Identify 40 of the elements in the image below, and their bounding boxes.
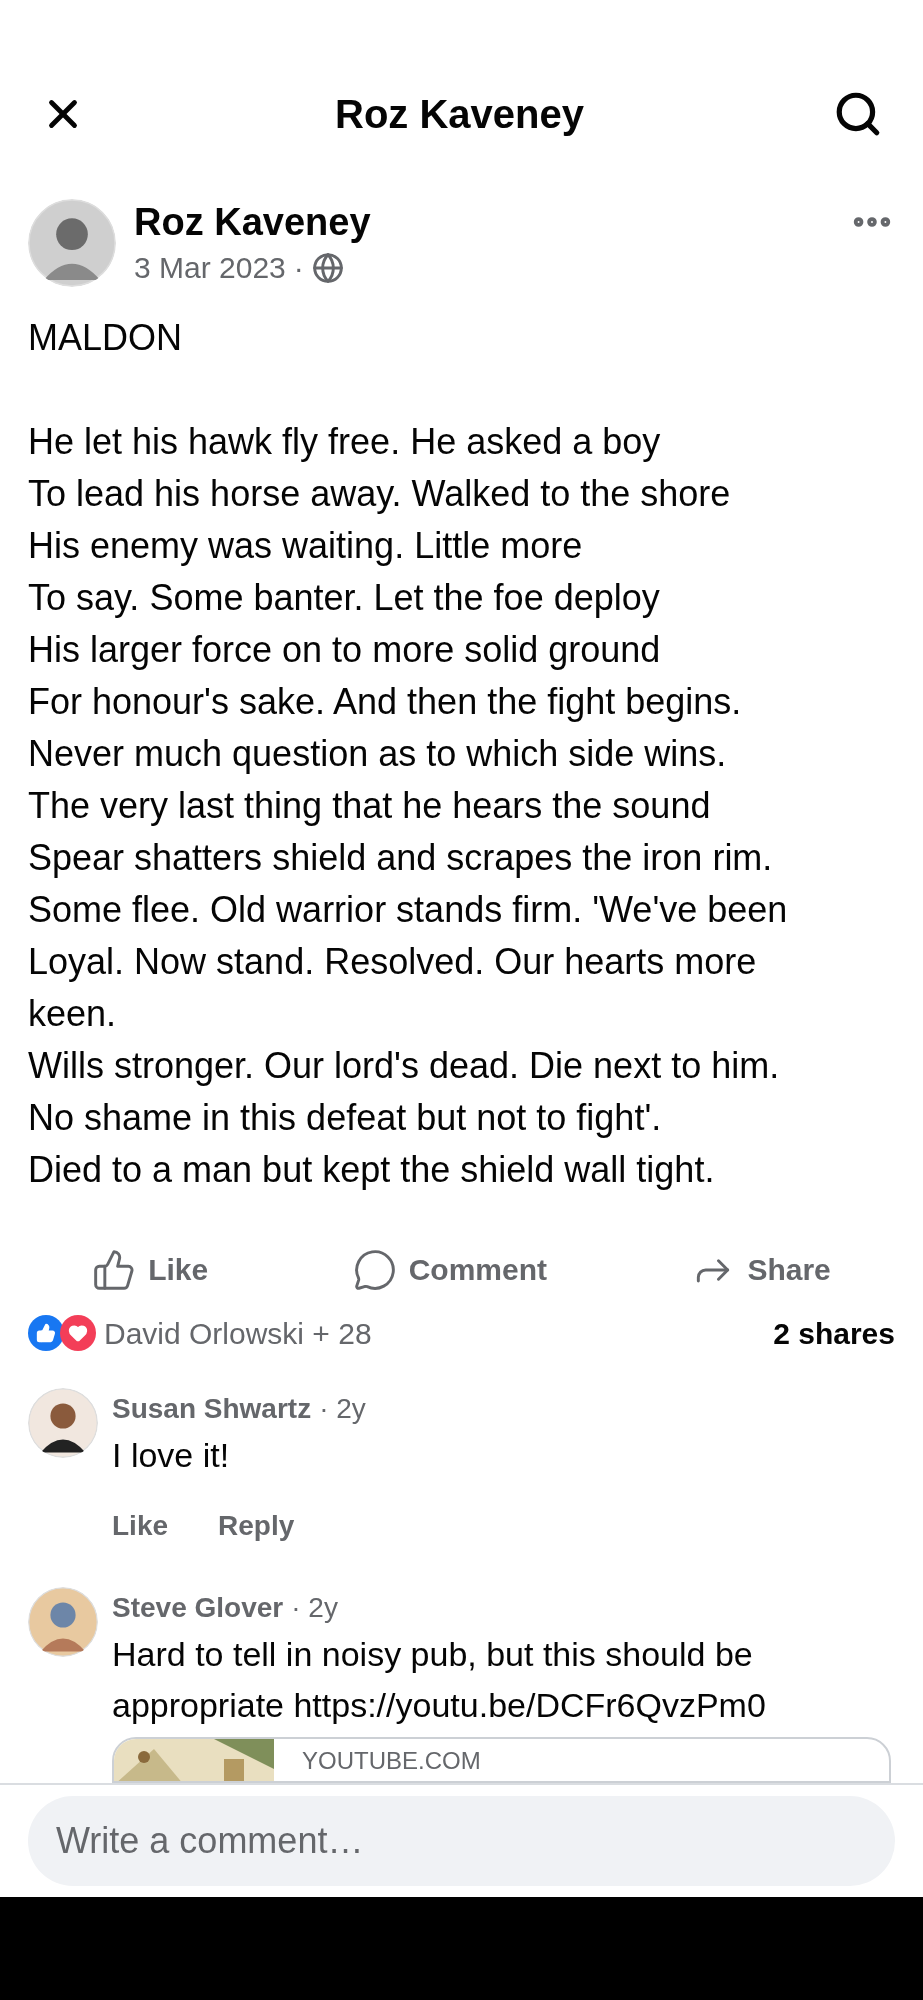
commenter-name[interactable]: Steve Glover bbox=[112, 1586, 284, 1629]
poem-line: To say. Some banter. Let the foe deploy bbox=[28, 576, 661, 621]
comment-input-field[interactable]: Write a comment… bbox=[28, 1796, 895, 1887]
link-preview-card[interactable]: YOUTUBE.COM bbox=[112, 1736, 891, 1783]
comment-text: Hard to tell in noisy pub, but this should be appropriate https://youtu.be/DCFr6QvzPm0 bbox=[112, 1633, 767, 1726]
post-date[interactable]: 3 Mar 2023 bbox=[134, 245, 286, 291]
poem-line: His larger force on to more solid ground bbox=[28, 628, 662, 673]
post-title: MALDON bbox=[28, 316, 184, 361]
comment-action-button[interactable]: Reply bbox=[218, 1504, 295, 1547]
post-action-button[interactable]: Share bbox=[681, 1241, 841, 1299]
page-title: Roz Kaveney bbox=[335, 91, 584, 139]
poem-line: No shame in this defeat but not to fight'. bbox=[28, 1096, 663, 1141]
reaction-summary[interactable]: David Orlowski + 28 bbox=[104, 1310, 372, 1356]
commenter-name[interactable]: Susan Shwartz bbox=[112, 1387, 312, 1430]
poem-line: His enemy was waiting. Little more bbox=[28, 524, 584, 569]
comment-action-button[interactable]: Like bbox=[112, 1504, 169, 1547]
poem-line: Died to a man but kept the shield wall tight. bbox=[28, 1148, 716, 1193]
poem-line: Wills stronger. Our lord's dead. Die next to him. bbox=[28, 1044, 781, 1089]
author-name[interactable]: Roz Kaveney bbox=[134, 199, 831, 246]
poem-line: The very last thing that he hears the sound bbox=[28, 784, 712, 829]
poem-line: Spear shatters shield and scrapes the iron rim. bbox=[28, 836, 774, 881]
preview-domain: YOUTUBE.COM bbox=[301, 1745, 482, 1776]
globe-icon bbox=[311, 251, 344, 284]
poem-line: To lead his horse away. Walked to the shore bbox=[28, 472, 732, 517]
like-reaction-icon bbox=[28, 1315, 64, 1352]
poem-line: For honour's sake. And then the fight begins. bbox=[28, 680, 743, 725]
poem-line: Loyal. Now stand. Resolved. Our hearts more keen. bbox=[28, 940, 758, 1037]
poem-line: Some flee. Old warrior stands firm. 'We've been bbox=[28, 888, 789, 933]
poem-line: Never much question as to which side wins. bbox=[28, 732, 728, 777]
avatar[interactable] bbox=[28, 1387, 98, 1458]
poem-line: He let his hawk fly free. He asked a boy bbox=[28, 420, 662, 465]
post-action-button[interactable]: Like bbox=[82, 1241, 219, 1299]
share-count[interactable]: 2 shares bbox=[773, 1310, 895, 1356]
post-action-button[interactable]: Comment bbox=[342, 1241, 557, 1299]
speech-bubble-icon bbox=[352, 1247, 397, 1292]
comment-time: · 2y bbox=[319, 1391, 366, 1426]
comment-time: · 2y bbox=[291, 1590, 338, 1625]
comment-text: I love it! bbox=[112, 1434, 231, 1476]
separator-dot: · bbox=[293, 250, 304, 287]
love-reaction-icon bbox=[60, 1315, 96, 1352]
